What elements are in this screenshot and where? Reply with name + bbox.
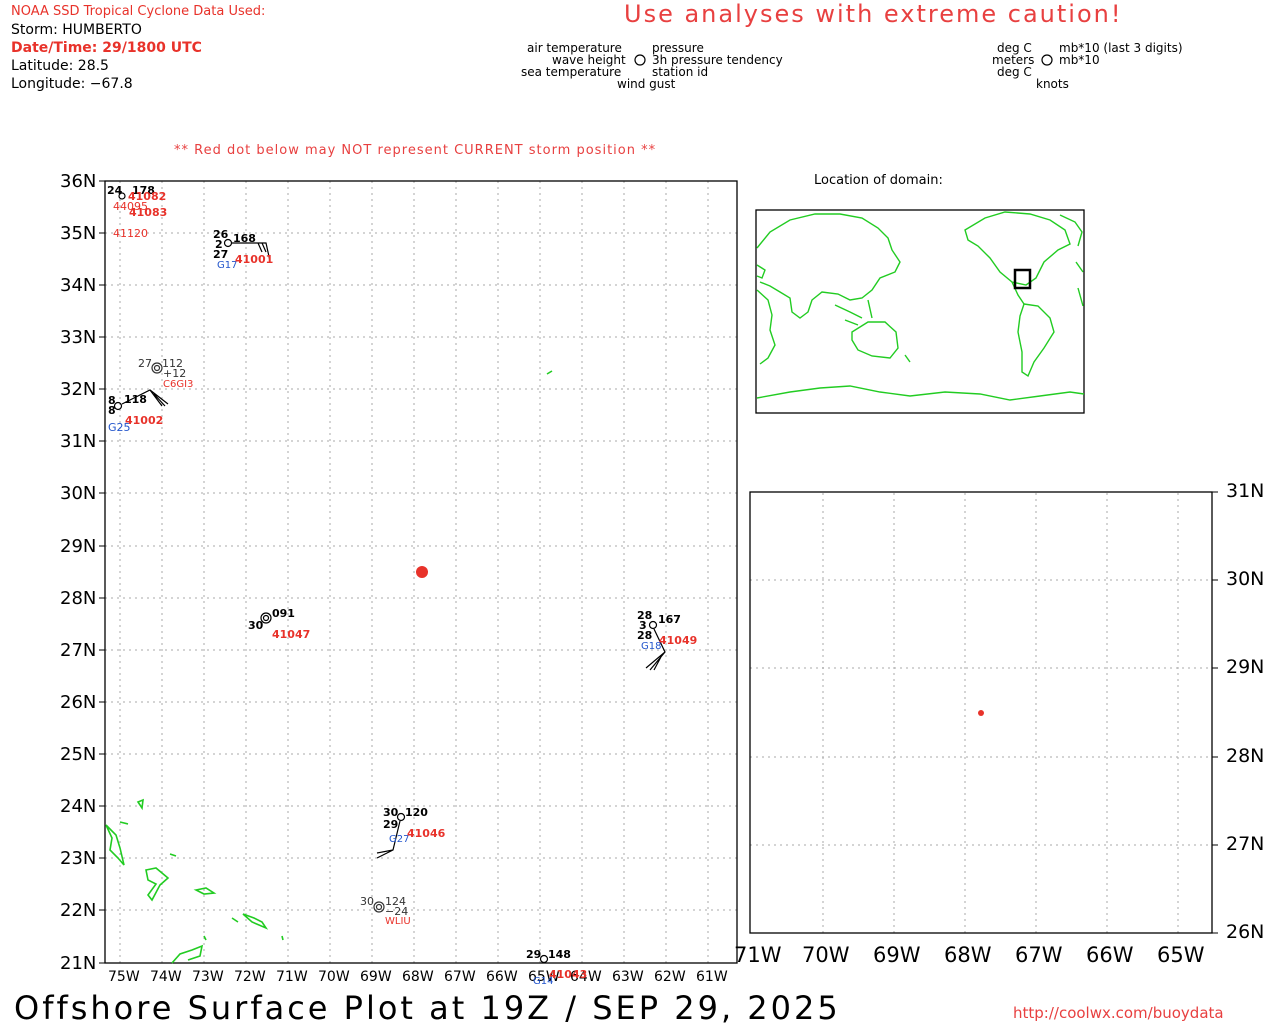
lat-label-31n: 31N: [60, 431, 97, 452]
map-graphics: [99, 54, 1218, 964]
lon-label-75w: 75W: [108, 969, 140, 985]
legend-units-circle: [1041, 54, 1053, 66]
zoom-storm-position-dot: [978, 710, 984, 716]
zoom-lat-label-29n: 29N: [1226, 656, 1265, 678]
station-41043-id: 41043: [549, 968, 588, 981]
zoom-lon-label-68w: 68W: [944, 943, 992, 967]
station-41047-id: 41047: [272, 628, 311, 641]
zoom-lat-label-26n: 26N: [1226, 921, 1265, 943]
station-41047-inner-circle: [262, 614, 270, 622]
lon-label-68w: 68W: [402, 969, 434, 985]
lon-label-66w: 66W: [486, 969, 518, 985]
station-WLIU-id: WLIU: [385, 916, 411, 927]
caribbean-coastline: [105, 370, 553, 964]
lat-label-36n: 36N: [60, 171, 97, 192]
station-41043-air-temp: 29: [526, 948, 542, 961]
station-41082-air-temp: 24: [107, 184, 123, 197]
plot-footer-title: Offshore Surface Plot at 19Z / SEP 29, 2…: [14, 989, 841, 1027]
station-41047-pressure: 091: [272, 607, 295, 620]
lon-label-72w: 72W: [234, 969, 266, 985]
lat-label-30n: 30N: [60, 483, 97, 504]
station-41046-pressure: 120: [405, 806, 428, 819]
zoom-lon-label-67w: 67W: [1015, 943, 1063, 967]
zoom-map-ticks: [1212, 491, 1218, 934]
lat-label-25n: 25N: [60, 744, 97, 765]
lon-label-69w: 69W: [360, 969, 392, 985]
lon-label-61w: 61W: [696, 969, 728, 985]
lat-label-34n: 34N: [60, 275, 97, 296]
zoom-lat-label-31n: 31N: [1226, 480, 1265, 502]
lat-label-28n: 28N: [60, 588, 97, 609]
station-C6GI3-circle: [151, 362, 163, 374]
lon-label-67w: 67W: [444, 969, 476, 985]
zoom-lon-label-65w: 65W: [1157, 943, 1205, 967]
station-WLIU-air-temp: 30: [360, 895, 374, 908]
station-41047-sea-temp: 30: [248, 619, 264, 632]
lon-label-71w: 71W: [276, 969, 308, 985]
zoom-lon-label-69w: 69W: [873, 943, 921, 967]
station-WLIU-circle: [373, 901, 385, 913]
lat-label-33n: 33N: [60, 327, 97, 348]
zoom-lon-label-71w: 71W: [734, 943, 782, 967]
lat-label-21n: 21N: [60, 953, 97, 974]
main-map-ticks: [99, 180, 105, 964]
zoom-lon-label-70w: 70W: [802, 943, 850, 967]
lat-label-29n: 29N: [60, 536, 97, 557]
legend-station-circle: [634, 54, 646, 66]
lat-label-32n: 32N: [60, 379, 97, 400]
station-41046-sea-temp: 29: [383, 818, 399, 831]
station-41120-id: 41120: [113, 227, 148, 240]
station-41002-sea-temp: 8: [108, 404, 116, 417]
station-41049-pressure: 167: [658, 613, 681, 626]
lat-label-23n: 23N: [60, 848, 97, 869]
station-41002-pressure: 118: [124, 393, 147, 406]
lon-label-62w: 62W: [654, 969, 686, 985]
station-WLIU-inner-circle: [375, 903, 383, 911]
station-41001-id: 41001: [235, 253, 274, 266]
lon-label-63w: 63W: [612, 969, 644, 985]
station-C6GI3-id: C6GI3: [163, 379, 194, 390]
source-url[interactable]: http://coolwx.com/buoydata: [1013, 1004, 1224, 1022]
station-41049-id: 41049: [659, 634, 698, 647]
zoom-lat-label-28n: 28N: [1226, 745, 1265, 767]
lat-label-24n: 24N: [60, 796, 97, 817]
station-C6GI3-air-temp: 27: [138, 357, 152, 370]
station-41046-id: 41046: [407, 827, 446, 840]
station-41043-pressure: 148: [548, 948, 571, 961]
lat-label-26n: 26N: [60, 692, 97, 713]
lat-label-22n: 22N: [60, 900, 97, 921]
lon-label-74w: 74W: [150, 969, 182, 985]
zoom-lat-label-30n: 30N: [1226, 568, 1265, 590]
lat-label-27n: 27N: [60, 640, 97, 661]
inset-map-frame: [755, 209, 1085, 414]
station-41046-circle: [396, 812, 406, 822]
zoom-lon-label-66w: 66W: [1086, 943, 1134, 967]
storm-position-dot: [416, 566, 428, 578]
zoom-lat-label-27n: 27N: [1226, 833, 1265, 855]
station-41083-id: 41083: [129, 206, 168, 219]
station-41001-pressure: 168: [233, 232, 256, 245]
lon-label-70w: 70W: [318, 969, 350, 985]
station-41002-id: 41002: [125, 414, 164, 427]
lat-label-35n: 35N: [60, 223, 97, 244]
station-C6GI3-inner-circle: [153, 364, 161, 372]
lon-label-73w: 73W: [192, 969, 224, 985]
station-41049-circle: [648, 620, 658, 630]
station-41043-circle: [539, 954, 549, 964]
